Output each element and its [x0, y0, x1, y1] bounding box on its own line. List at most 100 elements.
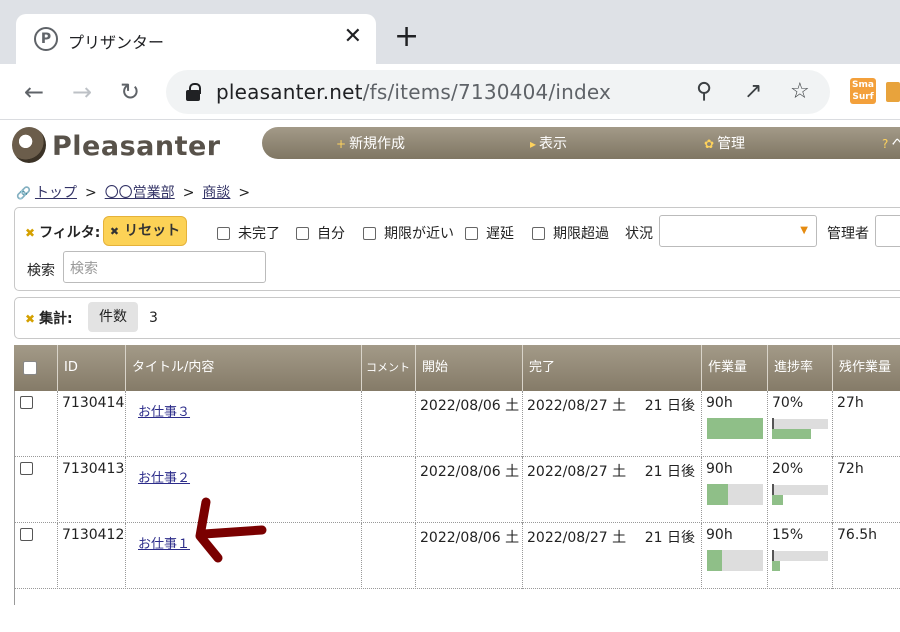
end-date-cell: 2022/08/27 土 21 日後 — [523, 523, 702, 589]
close-x-icon: ✖ — [25, 312, 36, 326]
checkbox[interactable] — [296, 227, 309, 240]
filter-self[interactable]: 自分 — [296, 223, 345, 243]
days-remaining: 21 日後 — [644, 398, 695, 414]
status-select[interactable]: ▼ — [659, 215, 817, 247]
comment-cell — [362, 391, 416, 457]
manager-select[interactable] — [875, 215, 900, 247]
header-title[interactable]: タイトル/内容 — [126, 345, 362, 391]
manager-label: 管理者 — [827, 226, 869, 242]
checkbox[interactable] — [532, 227, 545, 240]
pleasanter-favicon-icon: P — [34, 27, 58, 51]
header-select-all[interactable] — [14, 345, 58, 391]
progress-bar-fill — [772, 561, 781, 571]
search-input[interactable]: 検索 — [63, 251, 266, 283]
checkbox[interactable] — [20, 396, 33, 409]
filter-near-deadline[interactable]: 期限が近い — [363, 223, 454, 243]
title-cell: お仕事３ — [126, 391, 362, 457]
days-remaining: 21 日後 — [644, 530, 695, 546]
menu-view[interactable]: ▸ 表示 — [530, 133, 567, 153]
zoom-icon[interactable]: ⚲ — [696, 79, 712, 105]
end-date-cell: 2022/08/27 土 21 日後 — [523, 391, 702, 457]
workload-bar — [707, 550, 763, 571]
lock-icon — [186, 83, 201, 101]
start-date-cell: 2022/08/06 土 — [416, 391, 523, 457]
progress-bar-target — [772, 485, 828, 495]
filter-label: ✖ フィルタ: — [25, 225, 101, 241]
menu-new[interactable]: + 新規作成 — [336, 133, 405, 153]
browser-tab[interactable]: P プリザンター ✕ — [16, 14, 376, 66]
progress-bar-target — [772, 419, 828, 429]
menu-manage[interactable]: ✿ 管理 — [704, 133, 745, 153]
progress-bar-fill — [772, 495, 784, 505]
back-arrow-icon[interactable]: ← — [24, 78, 44, 106]
workload-cell: 90h — [702, 457, 768, 523]
checkbox[interactable] — [217, 227, 230, 240]
header-start[interactable]: 開始 — [416, 345, 523, 391]
status-label: 状況 — [625, 226, 653, 242]
link-icon: 🔗 — [16, 186, 31, 200]
close-x-icon: ✖ — [25, 226, 36, 240]
triangle-icon: ▸ — [530, 137, 537, 151]
title-link[interactable]: お仕事３ — [138, 405, 190, 420]
start-date-cell: 2022/08/06 土 — [416, 457, 523, 523]
logo-bird-icon — [12, 127, 46, 163]
breadcrumb: 🔗 トップ > 〇〇営業部 > 商談 > — [16, 185, 251, 201]
row-select-cell — [14, 391, 58, 457]
workload-bar — [707, 418, 763, 439]
new-tab-button[interactable]: + — [394, 22, 419, 52]
header-remaining[interactable]: 残作業量 — [833, 345, 900, 391]
filter-overdue[interactable]: 期限超過 — [532, 223, 609, 243]
comment-cell — [362, 523, 416, 589]
close-tab-icon[interactable]: ✕ — [344, 25, 362, 49]
checkbox[interactable] — [20, 462, 33, 475]
table-row[interactable]: 7130412 お仕事１ 2022/08/06 土 2022/08/27 土 21 日後… — [14, 523, 900, 589]
progress-bar-fill — [772, 429, 812, 439]
extension-icon[interactable] — [886, 82, 900, 102]
breadcrumb-deals[interactable]: 商談 — [202, 185, 230, 201]
title-link[interactable]: お仕事１ — [138, 537, 190, 552]
smasurf-extension-icon[interactable]: Sma Surf — [850, 78, 876, 104]
header-id[interactable]: ID — [58, 345, 126, 391]
reload-icon[interactable]: ↻ — [120, 78, 140, 106]
checkbox[interactable] — [363, 227, 376, 240]
count-chip[interactable]: 件数 — [88, 302, 138, 332]
url-text: pleasanter.net/fs/items/7130404/index — [216, 80, 612, 104]
search-label: 検索 — [27, 263, 55, 279]
workload-cell: 90h — [702, 523, 768, 589]
id-cell: 7130414 — [58, 391, 126, 457]
filter-panel: ✖ フィルタ: ✖ リセット 未完了 自分 期限が近い 遅延 期限超過 状況 ▼ 管… — [14, 207, 900, 291]
table-row[interactable]: 7130414 お仕事３ 2022/08/06 土 2022/08/27 土 21 日後… — [14, 391, 900, 457]
table-row[interactable]: 7130413 お仕事２ 2022/08/06 土 2022/08/27 土 21 日後… — [14, 457, 900, 523]
header-end[interactable]: 完了 — [523, 345, 702, 391]
address-bar[interactable]: pleasanter.net/fs/items/7130404/index ⚲ … — [166, 70, 830, 114]
filter-incomplete[interactable]: 未完了 — [217, 223, 280, 243]
id-cell: 7130412 — [58, 523, 126, 589]
help-icon: ? — [882, 137, 889, 151]
workload-bar — [707, 484, 763, 505]
filter-delay[interactable]: 遅延 — [465, 223, 514, 243]
checkbox[interactable] — [20, 528, 33, 541]
reset-button[interactable]: ✖ リセット — [103, 216, 187, 246]
header-comment[interactable]: コメント — [362, 345, 416, 391]
grid-header: ID タイトル/内容 コメント 開始 完了 作業量 進捗率 残作業量 — [14, 345, 900, 391]
breadcrumb-sales-dept[interactable]: 〇〇営業部 — [105, 185, 175, 201]
app-header: Pleasanter + 新規作成 ▸ 表示 ✿ 管理 ? ヘ — [0, 121, 900, 171]
share-icon[interactable]: ↗ — [744, 79, 762, 105]
plus-icon: + — [336, 137, 347, 151]
checkbox[interactable] — [23, 361, 37, 375]
menu-help[interactable]: ? ヘ — [882, 133, 900, 153]
start-date-cell: 2022/08/06 土 — [416, 523, 523, 589]
title-link[interactable]: お仕事２ — [138, 471, 190, 486]
aggregate-panel: ✖ 集計: 件数 3 — [14, 297, 900, 339]
row-select-cell — [14, 457, 58, 523]
header-workload[interactable]: 作業量 — [702, 345, 768, 391]
tab-title: プリザンター — [68, 33, 165, 52]
bookmark-star-icon[interactable]: ☆ — [790, 79, 810, 105]
breadcrumb-top[interactable]: トップ — [35, 185, 77, 201]
forward-arrow-icon[interactable]: → — [72, 78, 92, 106]
header-progress[interactable]: 進捗率 — [768, 345, 833, 391]
progress-cell: 20% — [768, 457, 833, 523]
browser-toolbar: ← → ↻ pleasanter.net/fs/items/7130404/in… — [0, 64, 900, 120]
main-menu-bar: + 新規作成 ▸ 表示 ✿ 管理 ? ヘ — [262, 127, 900, 159]
checkbox[interactable] — [465, 227, 478, 240]
